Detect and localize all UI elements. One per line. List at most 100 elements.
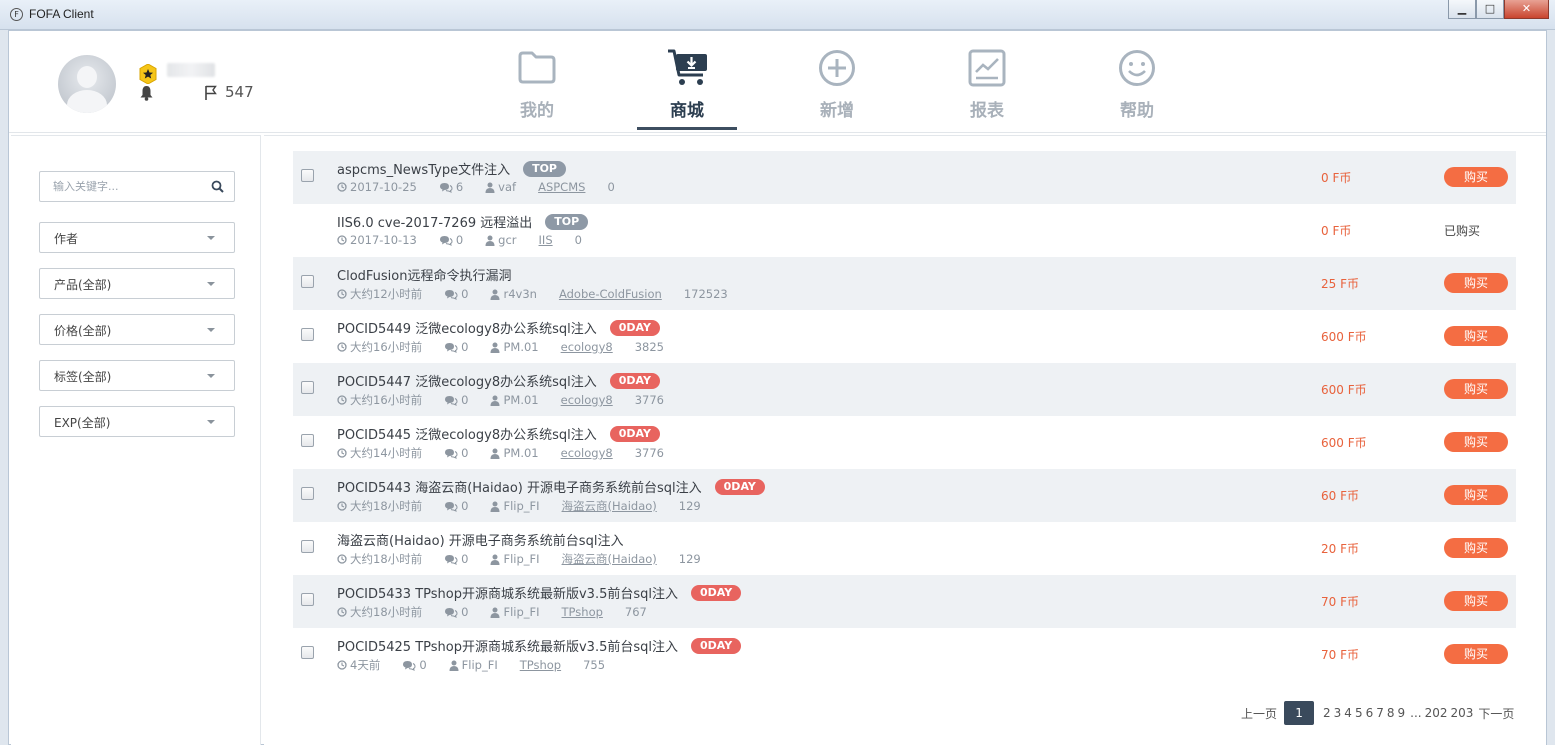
item-author[interactable]: PM.01 xyxy=(490,393,539,407)
tag-select[interactable]: 标签(全部) xyxy=(39,360,235,391)
item-title[interactable]: POCID5445 泛微ecology8办公系统sql注入 xyxy=(337,424,597,443)
nav-add[interactable]: 新增 xyxy=(787,31,887,131)
next-page-link[interactable]: 下一页 xyxy=(1478,705,1514,722)
item-title[interactable]: POCID5433 TPshop开源商城系统最新版v3.5前台sql注入 xyxy=(337,583,678,602)
current-page[interactable]: 1 xyxy=(1284,701,1315,725)
page-link[interactable]: 2 xyxy=(1323,706,1331,720)
item-title-line: POCID5447 泛微ecology8办公系统sql注入 0DAY xyxy=(337,371,660,390)
row-checkbox[interactable] xyxy=(301,275,314,288)
buy-button[interactable]: 购买 xyxy=(1444,432,1508,452)
comments-icon xyxy=(445,607,458,618)
item-author[interactable]: Flip_FI xyxy=(490,499,540,513)
page-link[interactable]: 7 xyxy=(1376,706,1384,720)
item-author[interactable]: gcr xyxy=(485,233,517,247)
close-button[interactable]: ✕ xyxy=(1504,0,1549,19)
buy-button[interactable]: 购买 xyxy=(1444,591,1508,611)
avatar[interactable] xyxy=(58,55,116,113)
item-product-link[interactable]: ecology8 xyxy=(561,340,613,354)
item-product-link[interactable]: ecology8 xyxy=(561,393,613,407)
buy-button[interactable]: 购买 xyxy=(1444,326,1508,346)
item-product-link[interactable]: TPshop xyxy=(562,605,603,619)
item-title[interactable]: POCID5447 泛微ecology8办公系统sql注入 xyxy=(337,371,597,390)
row-checkbox[interactable] xyxy=(301,328,314,341)
row-checkbox[interactable] xyxy=(301,381,314,394)
product-select[interactable]: 产品(全部) xyxy=(39,268,235,299)
window-controls: ▁ □ ✕ xyxy=(1448,0,1549,19)
item-product-link[interactable]: 海盗云商(Haidao) xyxy=(562,498,657,514)
item-product-link[interactable]: TPshop xyxy=(520,658,561,672)
item-meta: 2017-10-13 0 gcr IIS 0 xyxy=(337,233,604,247)
product-select-value: 产品(全部) xyxy=(54,278,112,292)
fofa-app-icon: F xyxy=(10,8,23,21)
page-link[interactable]: 3 xyxy=(1334,706,1342,720)
item-title[interactable]: POCID5449 泛微ecology8办公系统sql注入 xyxy=(337,318,597,337)
item-author[interactable]: r4v3n xyxy=(490,287,537,301)
bell-icon[interactable] xyxy=(139,85,154,101)
item-author[interactable]: PM.01 xyxy=(490,340,539,354)
buy-button[interactable]: 购买 xyxy=(1444,167,1508,187)
row-checkbox[interactable] xyxy=(301,434,314,447)
page-link[interactable]: 6 xyxy=(1366,706,1374,720)
item-title[interactable]: ClodFusion远程命令执行漏洞 xyxy=(337,265,511,284)
item-author[interactable]: Flip_FI xyxy=(449,658,498,672)
nav-help[interactable]: 帮助 xyxy=(1087,31,1187,131)
item-author[interactable]: PM.01 xyxy=(490,446,539,460)
item-author[interactable]: vaf xyxy=(485,180,516,194)
exp-select[interactable]: EXP(全部) xyxy=(39,406,235,437)
row-checkbox[interactable] xyxy=(301,540,314,553)
buy-button[interactable]: 购买 xyxy=(1444,644,1508,664)
comments-icon xyxy=(439,182,453,193)
row-checkbox[interactable] xyxy=(301,169,314,182)
nav-mine[interactable]: 我的 xyxy=(487,31,587,131)
minimize-button[interactable]: ▁ xyxy=(1448,0,1476,19)
nav-report[interactable]: 报表 xyxy=(937,31,1037,131)
item-price: 0 F币 xyxy=(1321,171,1352,185)
page-link[interactable]: 8 xyxy=(1387,706,1395,720)
clock-icon xyxy=(337,501,347,511)
page-link[interactable]: 9 xyxy=(1398,706,1406,720)
prev-page-link[interactable]: 上一页 xyxy=(1241,705,1277,722)
item-title[interactable]: 海盗云商(Haidao) 开源电子商务系统前台sql注入 xyxy=(337,530,623,549)
item-title[interactable]: POCID5425 TPshop开源商城系统最新版v3.5前台sql注入 xyxy=(337,636,678,655)
header: 547 我的 商城 新增 报表 帮助 xyxy=(9,31,1546,133)
clock-icon xyxy=(337,607,347,617)
item-product-link[interactable]: ASPCMS xyxy=(538,180,585,194)
page-link[interactable]: 202 xyxy=(1425,706,1448,720)
buy-button[interactable]: 购买 xyxy=(1444,485,1508,505)
item-meta: 大约16小时前 0 PM.01 ecology8 3776 xyxy=(337,392,686,408)
row-checkbox[interactable] xyxy=(301,593,314,606)
maximize-button[interactable]: □ xyxy=(1476,0,1504,19)
item-title[interactable]: IIS6.0 cve-2017-7269 远程溢出 xyxy=(337,212,532,231)
item-time: 大约16小时前 xyxy=(337,339,422,355)
item-time: 2017-10-13 xyxy=(337,233,417,247)
page-link[interactable]: 203 xyxy=(1451,706,1474,720)
search-icon[interactable] xyxy=(211,180,224,193)
price-select[interactable]: 价格(全部) xyxy=(39,314,235,345)
item-comments: 0 xyxy=(439,233,463,247)
author-select[interactable]: 作者 xyxy=(39,222,235,253)
item-author[interactable]: Flip_FI xyxy=(490,552,540,566)
nav-store[interactable]: 商城 xyxy=(637,31,737,131)
item-product-link[interactable]: ecology8 xyxy=(561,446,613,460)
item-title-line: POCID5425 TPshop开源商城系统最新版v3.5前台sql注入 0DA… xyxy=(337,636,742,655)
user-icon xyxy=(490,554,500,565)
page-link[interactable]: 4 xyxy=(1344,706,1352,720)
item-time: 大约18小时前 xyxy=(337,498,422,514)
item-product-link[interactable]: IIS xyxy=(539,233,553,247)
search-input[interactable] xyxy=(40,172,205,201)
buy-button[interactable]: 购买 xyxy=(1444,538,1508,558)
item-author[interactable]: Flip_FI xyxy=(490,605,540,619)
user-icon xyxy=(490,501,500,512)
item-price: 60 F币 xyxy=(1321,489,1359,503)
item-time: 大约16小时前 xyxy=(337,392,422,408)
buy-button[interactable]: 购买 xyxy=(1444,379,1508,399)
row-checkbox[interactable] xyxy=(301,646,314,659)
row-checkbox[interactable] xyxy=(301,487,314,500)
item-title[interactable]: POCID5443 海盗云商(Haidao) 开源电子商务系统前台sql注入 xyxy=(337,477,702,496)
item-time: 2017-10-25 xyxy=(337,180,417,194)
item-product-link[interactable]: Adobe-ColdFusion xyxy=(559,287,662,301)
page-link[interactable]: 5 xyxy=(1355,706,1363,720)
buy-button[interactable]: 购买 xyxy=(1444,273,1508,293)
item-product-link[interactable]: 海盗云商(Haidao) xyxy=(562,551,657,567)
item-title[interactable]: aspcms_NewsType文件注入 xyxy=(337,159,510,178)
